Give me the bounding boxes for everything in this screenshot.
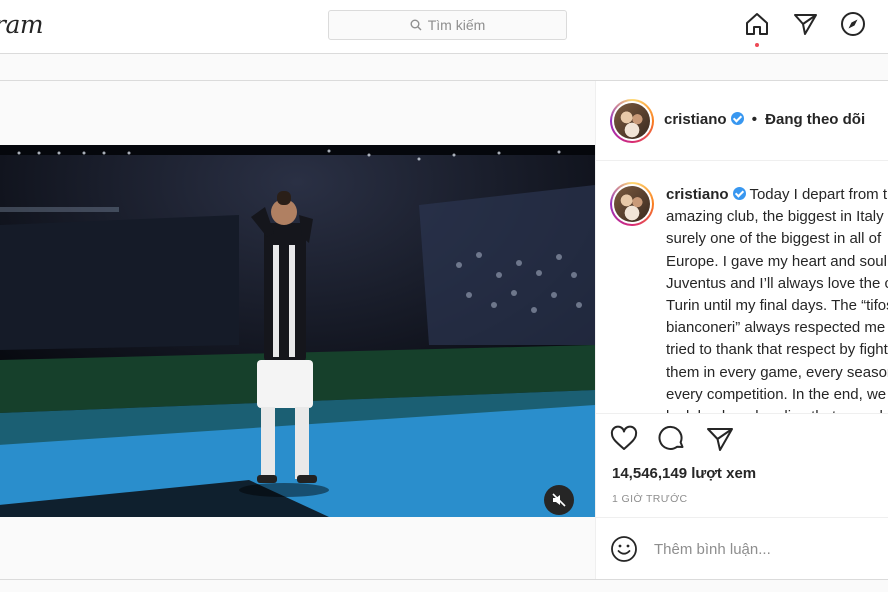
post-header: cristiano • Đang theo dõi <box>596 81 888 161</box>
view-count[interactable]: 14,546,149 lượt xem <box>612 465 756 482</box>
explore-compass-icon[interactable] <box>840 11 866 37</box>
post-card: cristiano • Đang theo dõi cristiano Toda… <box>0 80 888 580</box>
post-video[interactable] <box>0 145 595 517</box>
search-placeholder: Tìm kiếm <box>427 17 486 33</box>
home-icon[interactable] <box>744 11 770 47</box>
caption-verified-badge-icon <box>732 187 746 200</box>
direct-message-icon[interactable] <box>792 11 818 37</box>
mute-toggle-button[interactable] <box>544 485 574 515</box>
post-media <box>0 81 595 579</box>
like-heart-icon[interactable] <box>610 425 638 453</box>
notification-dot <box>755 43 759 47</box>
top-navigation-bar: ram Tìm kiếm <box>0 0 888 54</box>
comment-input[interactable] <box>654 536 884 562</box>
following-status-button[interactable]: Đang theo dõi <box>765 111 865 128</box>
author-avatar[interactable] <box>610 99 654 143</box>
search-box[interactable]: Tìm kiếm <box>328 10 567 40</box>
comment-icon[interactable] <box>658 425 686 453</box>
post-sidebar: cristiano • Đang theo dõi cristiano Toda… <box>595 81 888 579</box>
follow-separator: • <box>751 111 757 128</box>
search-icon <box>410 19 422 31</box>
post-timestamp[interactable]: 1 GIỜ TRƯỚC <box>612 493 688 505</box>
caption-username[interactable]: cristiano <box>666 186 729 203</box>
instagram-logo[interactable]: ram <box>0 10 44 39</box>
video-frame <box>0 145 595 517</box>
caption-text: Today I depart from this amazing club, t… <box>666 186 888 413</box>
post-caption: cristiano Today I depart from this amazi… <box>666 184 888 413</box>
speaker-muted-icon <box>552 493 566 507</box>
comment-bar <box>596 517 888 579</box>
emoji-smiley-icon[interactable] <box>610 535 638 563</box>
verified-badge-icon <box>730 112 744 125</box>
caption-author-avatar[interactable] <box>610 182 654 226</box>
share-direct-icon[interactable] <box>706 425 734 453</box>
caption-area: cristiano Today I depart from this amazi… <box>596 162 888 414</box>
post-actions <box>610 425 734 453</box>
author-username[interactable]: cristiano <box>664 111 727 128</box>
